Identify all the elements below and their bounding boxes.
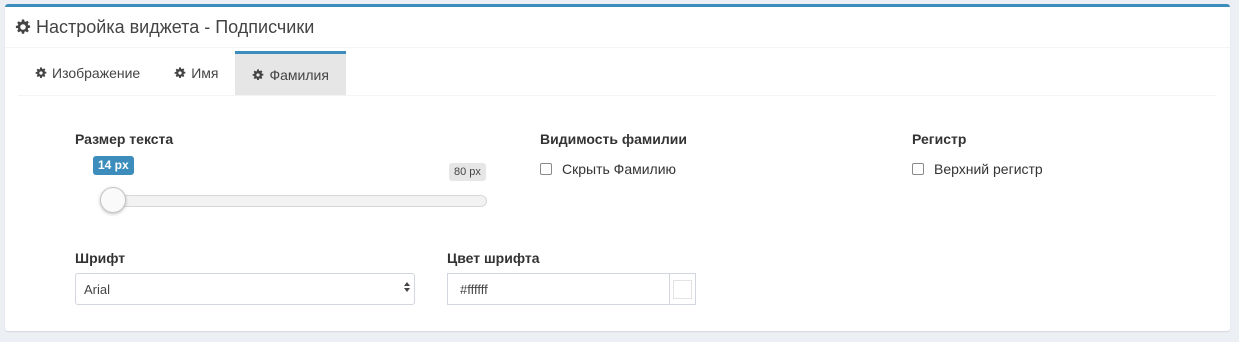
- text-size-label: Размер текста: [75, 131, 174, 147]
- panel-title: Настройка виджета - Подписчики: [15, 17, 314, 38]
- surname-visibility-label: Видимость фамилии: [540, 131, 687, 147]
- tab-image[interactable]: Изображение: [18, 51, 157, 95]
- color-swatch: [673, 279, 692, 299]
- font-color-value: #ffffff: [460, 281, 488, 297]
- font-select-value: Arial: [84, 281, 111, 297]
- hide-surname-checkbox[interactable]: [540, 163, 552, 175]
- font-color-label: Цвет шрифта: [447, 250, 540, 266]
- select-arrows-icon: [404, 282, 410, 292]
- uppercase-option[interactable]: Верхний регистр: [912, 161, 1043, 177]
- uppercase-label: Верхний регистр: [934, 161, 1043, 177]
- panel-title-text: Настройка виджета - Подписчики: [36, 16, 315, 37]
- gear-icon: [35, 67, 47, 79]
- gear-icon: [252, 68, 264, 81]
- hide-surname-label: Скрыть Фамилию: [562, 161, 677, 177]
- hide-surname-option[interactable]: Скрыть Фамилию: [540, 161, 676, 177]
- tab-image-label: Изображение: [52, 65, 141, 81]
- text-size-max-badge: 80 px: [449, 163, 486, 181]
- font-select[interactable]: Arial: [75, 273, 415, 305]
- case-label: Регистр: [912, 131, 967, 147]
- tab-bar: Изображение Имя Фамилия: [18, 51, 1216, 96]
- tab-surname-label: Фамилия: [269, 66, 329, 83]
- gear-icon: [15, 19, 31, 35]
- tab-surname[interactable]: Фамилия: [235, 51, 346, 95]
- widget-settings-panel: Настройка виджета - Подписчики Изображен…: [5, 4, 1230, 331]
- text-size-slider-track[interactable]: [104, 195, 487, 207]
- font-color-picker-button[interactable]: [669, 273, 696, 305]
- tab-name-label: Имя: [191, 65, 219, 81]
- gear-icon: [174, 67, 186, 79]
- text-size-value-badge: 14 px: [93, 156, 134, 175]
- font-label: Шрифт: [75, 250, 126, 266]
- font-color-input[interactable]: #ffffff: [447, 273, 670, 305]
- text-size-slider-handle[interactable]: [100, 187, 126, 213]
- tab-name[interactable]: Имя: [157, 51, 235, 95]
- uppercase-checkbox[interactable]: [912, 163, 924, 175]
- panel-header: Настройка виджета - Подписчики: [5, 7, 1230, 48]
